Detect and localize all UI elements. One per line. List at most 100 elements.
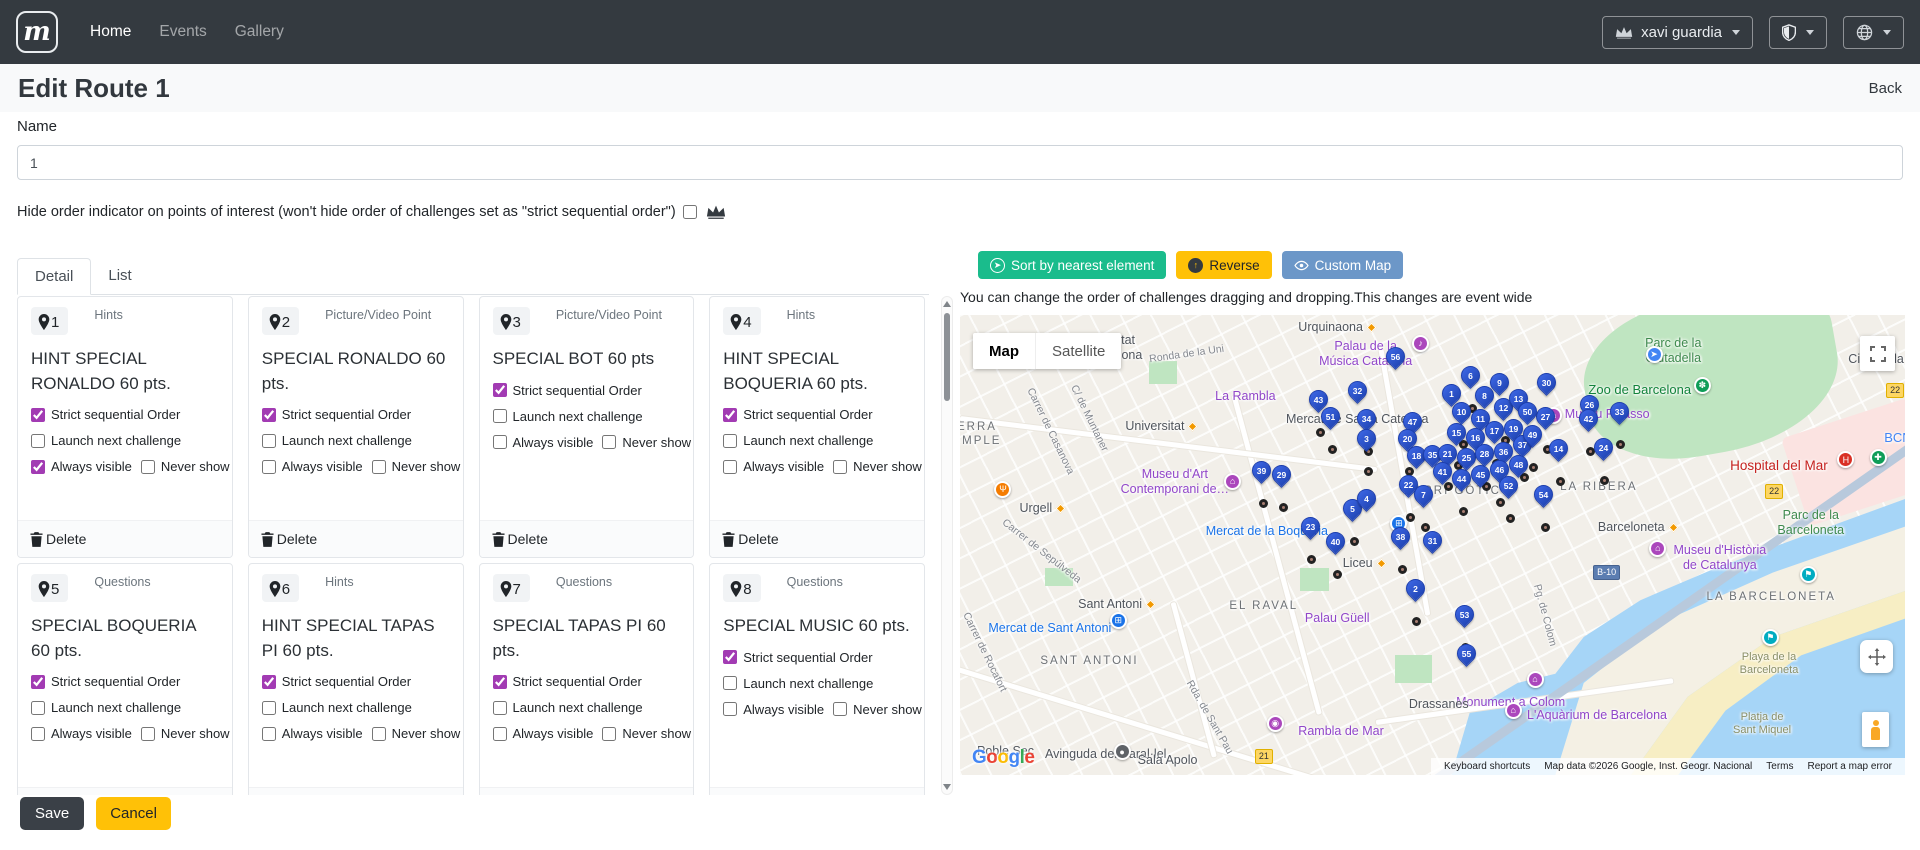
beach-flag-poi[interactable]: ⚑ xyxy=(1762,629,1779,646)
music-poi[interactable]: ♪ xyxy=(1412,335,1429,352)
strict-sequential-row[interactable]: Strict sequential Order xyxy=(723,650,911,665)
fullscreen-button[interactable] xyxy=(1860,336,1895,371)
launch-next-checkbox[interactable] xyxy=(31,434,45,448)
never-show-row[interactable]: Never show xyxy=(833,459,922,474)
aquarium-poi[interactable]: ⌂ xyxy=(1505,702,1522,719)
tab-list[interactable]: List xyxy=(91,258,148,294)
never-show-checkbox[interactable] xyxy=(833,460,847,474)
delete-button[interactable]: Delete xyxy=(710,520,924,557)
venue-poi[interactable]: ● xyxy=(1114,743,1131,760)
map-type-map-button[interactable]: Map xyxy=(973,333,1035,369)
scroll-up-arrow[interactable] xyxy=(943,301,951,307)
map-pin-54[interactable]: 54 xyxy=(1530,481,1557,508)
reverse-button[interactable]: ↑ Reverse xyxy=(1176,251,1271,279)
strict-sequential-checkbox[interactable] xyxy=(723,408,737,422)
macba-poi[interactable]: ⌂ xyxy=(1224,473,1241,490)
strict-sequential-checkbox[interactable] xyxy=(493,675,507,689)
scroll-down-arrow[interactable] xyxy=(943,784,951,790)
always-visible-row[interactable]: Always visible xyxy=(31,726,132,741)
launch-next-checkbox[interactable] xyxy=(493,409,507,423)
tab-detail[interactable]: Detail xyxy=(17,258,91,295)
always-visible-row[interactable]: Always visible xyxy=(723,702,824,717)
brand-logo[interactable]: m xyxy=(16,11,58,53)
strict-sequential-checkbox[interactable] xyxy=(31,675,45,689)
map-pin-29[interactable]: 29 xyxy=(1268,461,1295,488)
launch-next-row[interactable]: Launch next challenge xyxy=(723,433,911,448)
always-visible-row[interactable]: Always visible xyxy=(262,726,363,741)
never-show-checkbox[interactable] xyxy=(602,727,616,741)
always-visible-checkbox[interactable] xyxy=(262,460,276,474)
map-canvas[interactable]: Map Satellite Google Keyboard shortcuts … xyxy=(960,315,1905,775)
launch-next-row[interactable]: Launch next challenge xyxy=(723,676,911,691)
launch-next-checkbox[interactable] xyxy=(493,701,507,715)
report-error-link[interactable]: Report a map error xyxy=(1801,761,1899,772)
strict-sequential-row[interactable]: Strict sequential Order xyxy=(262,674,450,689)
always-visible-checkbox[interactable] xyxy=(493,727,507,741)
never-show-checkbox[interactable] xyxy=(141,727,155,741)
launch-next-row[interactable]: Launch next challenge xyxy=(31,700,219,715)
launch-next-checkbox[interactable] xyxy=(723,676,737,690)
save-button[interactable]: Save xyxy=(20,797,84,830)
strict-sequential-row[interactable]: Strict sequential Order xyxy=(31,407,219,422)
map-type-satellite-button[interactable]: Satellite xyxy=(1035,333,1121,369)
delete-button[interactable]: Delete xyxy=(480,520,694,557)
never-show-row[interactable]: Never show xyxy=(141,726,230,741)
sort-by-nearest-button[interactable]: ➤ Sort by nearest element xyxy=(978,251,1166,279)
always-visible-row[interactable]: Always visible xyxy=(723,459,824,474)
strict-sequential-checkbox[interactable] xyxy=(493,383,507,397)
pan-control[interactable] xyxy=(1860,640,1893,673)
scroll-thumb[interactable] xyxy=(944,313,950,401)
name-input[interactable] xyxy=(17,145,1903,180)
map-pin-53[interactable]: 53 xyxy=(1451,601,1478,628)
nav-link-home[interactable]: Home xyxy=(80,15,141,49)
launch-next-row[interactable]: Launch next challenge xyxy=(493,700,681,715)
strict-sequential-row[interactable]: Strict sequential Order xyxy=(723,407,911,422)
always-visible-checkbox[interactable] xyxy=(31,727,45,741)
never-show-row[interactable]: Never show xyxy=(602,435,691,450)
strict-sequential-row[interactable]: Strict sequential Order xyxy=(262,407,450,422)
never-show-checkbox[interactable] xyxy=(602,435,616,449)
map-pin-30[interactable]: 30 xyxy=(1533,369,1560,396)
launch-next-checkbox[interactable] xyxy=(262,701,276,715)
map-pin-40[interactable]: 40 xyxy=(1322,528,1349,555)
launch-next-checkbox[interactable] xyxy=(31,701,45,715)
never-show-row[interactable]: Never show xyxy=(372,726,461,741)
never-show-row[interactable]: Never show xyxy=(833,702,922,717)
nav-link-events[interactable]: Events xyxy=(149,15,216,49)
always-visible-checkbox[interactable] xyxy=(262,727,276,741)
zoo-paw-poi[interactable]: ✽ xyxy=(1694,377,1711,394)
user-menu-button[interactable]: xavi guardia xyxy=(1602,16,1753,49)
never-show-row[interactable]: Never show xyxy=(141,459,230,474)
google-logo[interactable]: Google xyxy=(972,747,1034,769)
cancel-button[interactable]: Cancel xyxy=(96,797,171,830)
custom-map-button[interactable]: Custom Map xyxy=(1282,251,1404,279)
map-pin-14[interactable]: 14 xyxy=(1545,435,1572,462)
terms-link[interactable]: Terms xyxy=(1759,761,1800,772)
strict-sequential-checkbox[interactable] xyxy=(262,675,276,689)
always-visible-row[interactable]: Always visible xyxy=(262,459,363,474)
strict-sequential-checkbox[interactable] xyxy=(31,408,45,422)
delete-button[interactable]: Delete xyxy=(480,787,694,795)
map-pin-6[interactable]: 6 xyxy=(1457,362,1484,389)
always-visible-checkbox[interactable] xyxy=(31,460,45,474)
never-show-row[interactable]: Never show xyxy=(372,459,461,474)
pegman-control[interactable] xyxy=(1862,712,1889,747)
museum-poi[interactable]: ⌂ xyxy=(1649,540,1666,557)
map-pin-3[interactable]: 3 xyxy=(1353,425,1380,452)
never-show-checkbox[interactable] xyxy=(372,460,386,474)
delete-button[interactable]: Delete xyxy=(18,787,232,795)
launch-next-row[interactable]: Launch next challenge xyxy=(262,433,450,448)
always-visible-row[interactable]: Always visible xyxy=(31,459,132,474)
nav-link-gallery[interactable]: Gallery xyxy=(225,15,294,49)
always-visible-checkbox[interactable] xyxy=(493,435,507,449)
strict-sequential-row[interactable]: Strict sequential Order xyxy=(493,674,681,689)
never-show-checkbox[interactable] xyxy=(833,702,847,716)
launch-next-checkbox[interactable] xyxy=(262,434,276,448)
beach-flag-poi[interactable]: ⚑ xyxy=(1800,566,1817,583)
launch-next-row[interactable]: Launch next challenge xyxy=(262,700,450,715)
restaurant-poi[interactable]: Ψ xyxy=(994,481,1011,498)
always-visible-row[interactable]: Always visible xyxy=(493,726,594,741)
delete-button[interactable]: Delete xyxy=(18,520,232,557)
language-menu-button[interactable] xyxy=(1843,16,1904,49)
launch-next-row[interactable]: Launch next challenge xyxy=(493,409,681,424)
